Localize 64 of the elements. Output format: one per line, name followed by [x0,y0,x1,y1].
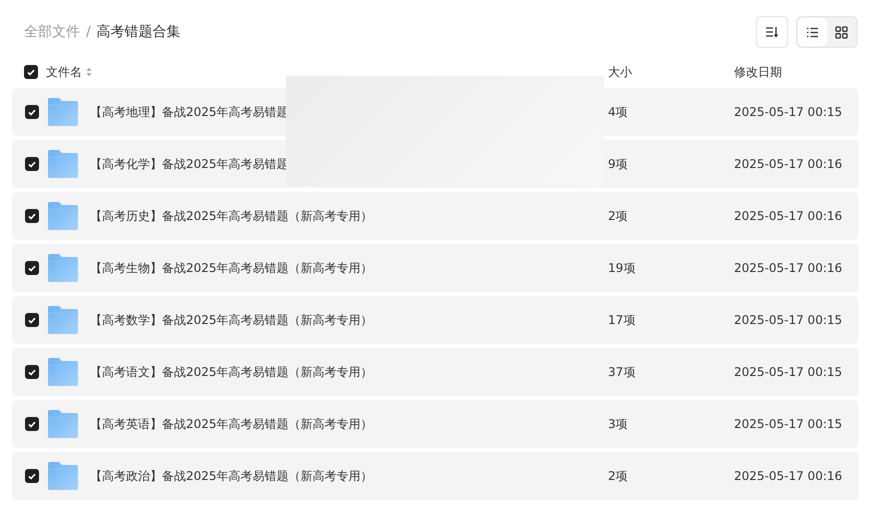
folder-icon [48,358,78,386]
check-icon [28,108,36,116]
checkbox[interactable] [25,261,39,275]
breadcrumb-separator: / [86,24,91,40]
file-date: 2025-05-17 00:16 [734,156,842,173]
file-name[interactable]: 【高考历史】备战2025年高考易错题（新高考专用） [90,207,373,225]
folder-icon [48,98,78,126]
folder-icon [48,306,78,334]
checkbox[interactable] [25,469,39,483]
checkbox[interactable] [25,209,39,223]
checkbox[interactable] [25,313,39,327]
column-header[interactable]: 修改日期 [734,63,782,81]
folder-icon [48,462,78,490]
file-name[interactable]: 【高考语文】备战2025年高考易错题（新高考专用） [90,363,373,381]
file-name[interactable]: 【高考数学】备战2025年高考易错题（新高考专用） [90,311,373,329]
check-icon [27,68,35,76]
check-icon [28,472,36,480]
file-size: 17项 [608,312,636,329]
file-row[interactable]: 【高考政治】备战2025年高考易错题（新高考专用） 2项 2025-05-17 00:16 [12,452,858,500]
file-size: 2项 [608,208,628,225]
file-row[interactable]: 【高考生物】备战2025年高考易错题（新高考专用） 19项 2025-05-17 00:16 [12,244,858,292]
file-size: 19项 [608,260,636,277]
folder-icon [48,254,78,282]
file-size: 37项 [608,364,636,381]
file-date: 2025-05-17 00:15 [734,104,842,121]
column-header[interactable]: 文件名 [46,63,82,81]
file-date: 2025-05-17 00:16 [734,468,842,485]
file-row[interactable]: 【高考数学】备战2025年高考易错题（新高考专用） 17项 2025-05-17 00:15 [12,296,858,344]
file-size: 4项 [608,104,628,121]
sort-icon [765,26,779,38]
check-icon [28,160,36,168]
check-icon [28,316,36,324]
file-name[interactable]: 【高考生物】备战2025年高考易错题（新高考专用） [90,259,373,277]
file-size: 9项 [608,156,628,173]
sort-button[interactable] [756,16,788,48]
check-icon [28,420,36,428]
column-header[interactable]: 大小 [608,63,632,81]
file-date: 2025-05-17 00:15 [734,364,842,381]
checkbox[interactable] [25,157,39,171]
folder-icon [48,202,78,230]
check-icon [28,264,36,272]
checkbox[interactable] [25,105,39,119]
breadcrumb-item: 高考错题合集 [96,24,181,40]
file-date: 2025-05-17 00:16 [734,260,842,277]
checkbox[interactable] [24,65,38,79]
file-row[interactable]: 【高考英语】备战2025年高考易错题（新高考专用） 3项 2025-05-17 00:15 [12,400,858,448]
check-icon [28,212,36,220]
file-row[interactable]: 【高考历史】备战2025年高考易错题（新高考专用） 2项 2025-05-17 00:16 [12,192,858,240]
folder-icon [48,410,78,438]
file-name[interactable]: 【高考英语】备战2025年高考易错题（新高考专用） [90,415,373,433]
file-name[interactable]: 【高考政治】备战2025年高考易错题（新高考专用） [90,467,373,485]
folder-icon [48,150,78,178]
file-date: 2025-05-17 00:15 [734,416,842,433]
file-row[interactable]: 【高考语文】备战2025年高考易错题（新高考专用） 37项 2025-05-17 00:15 [12,348,858,396]
check-icon [28,368,36,376]
file-size: 2项 [608,468,628,485]
list-view-button[interactable] [798,18,827,46]
checkbox[interactable] [25,365,39,379]
grid-icon [835,26,848,38]
file-date: 2025-05-17 00:15 [734,312,842,329]
list-icon [806,26,819,38]
checkbox[interactable] [25,417,39,431]
file-size: 3项 [608,416,628,433]
file-date: 2025-05-17 00:16 [734,208,842,225]
